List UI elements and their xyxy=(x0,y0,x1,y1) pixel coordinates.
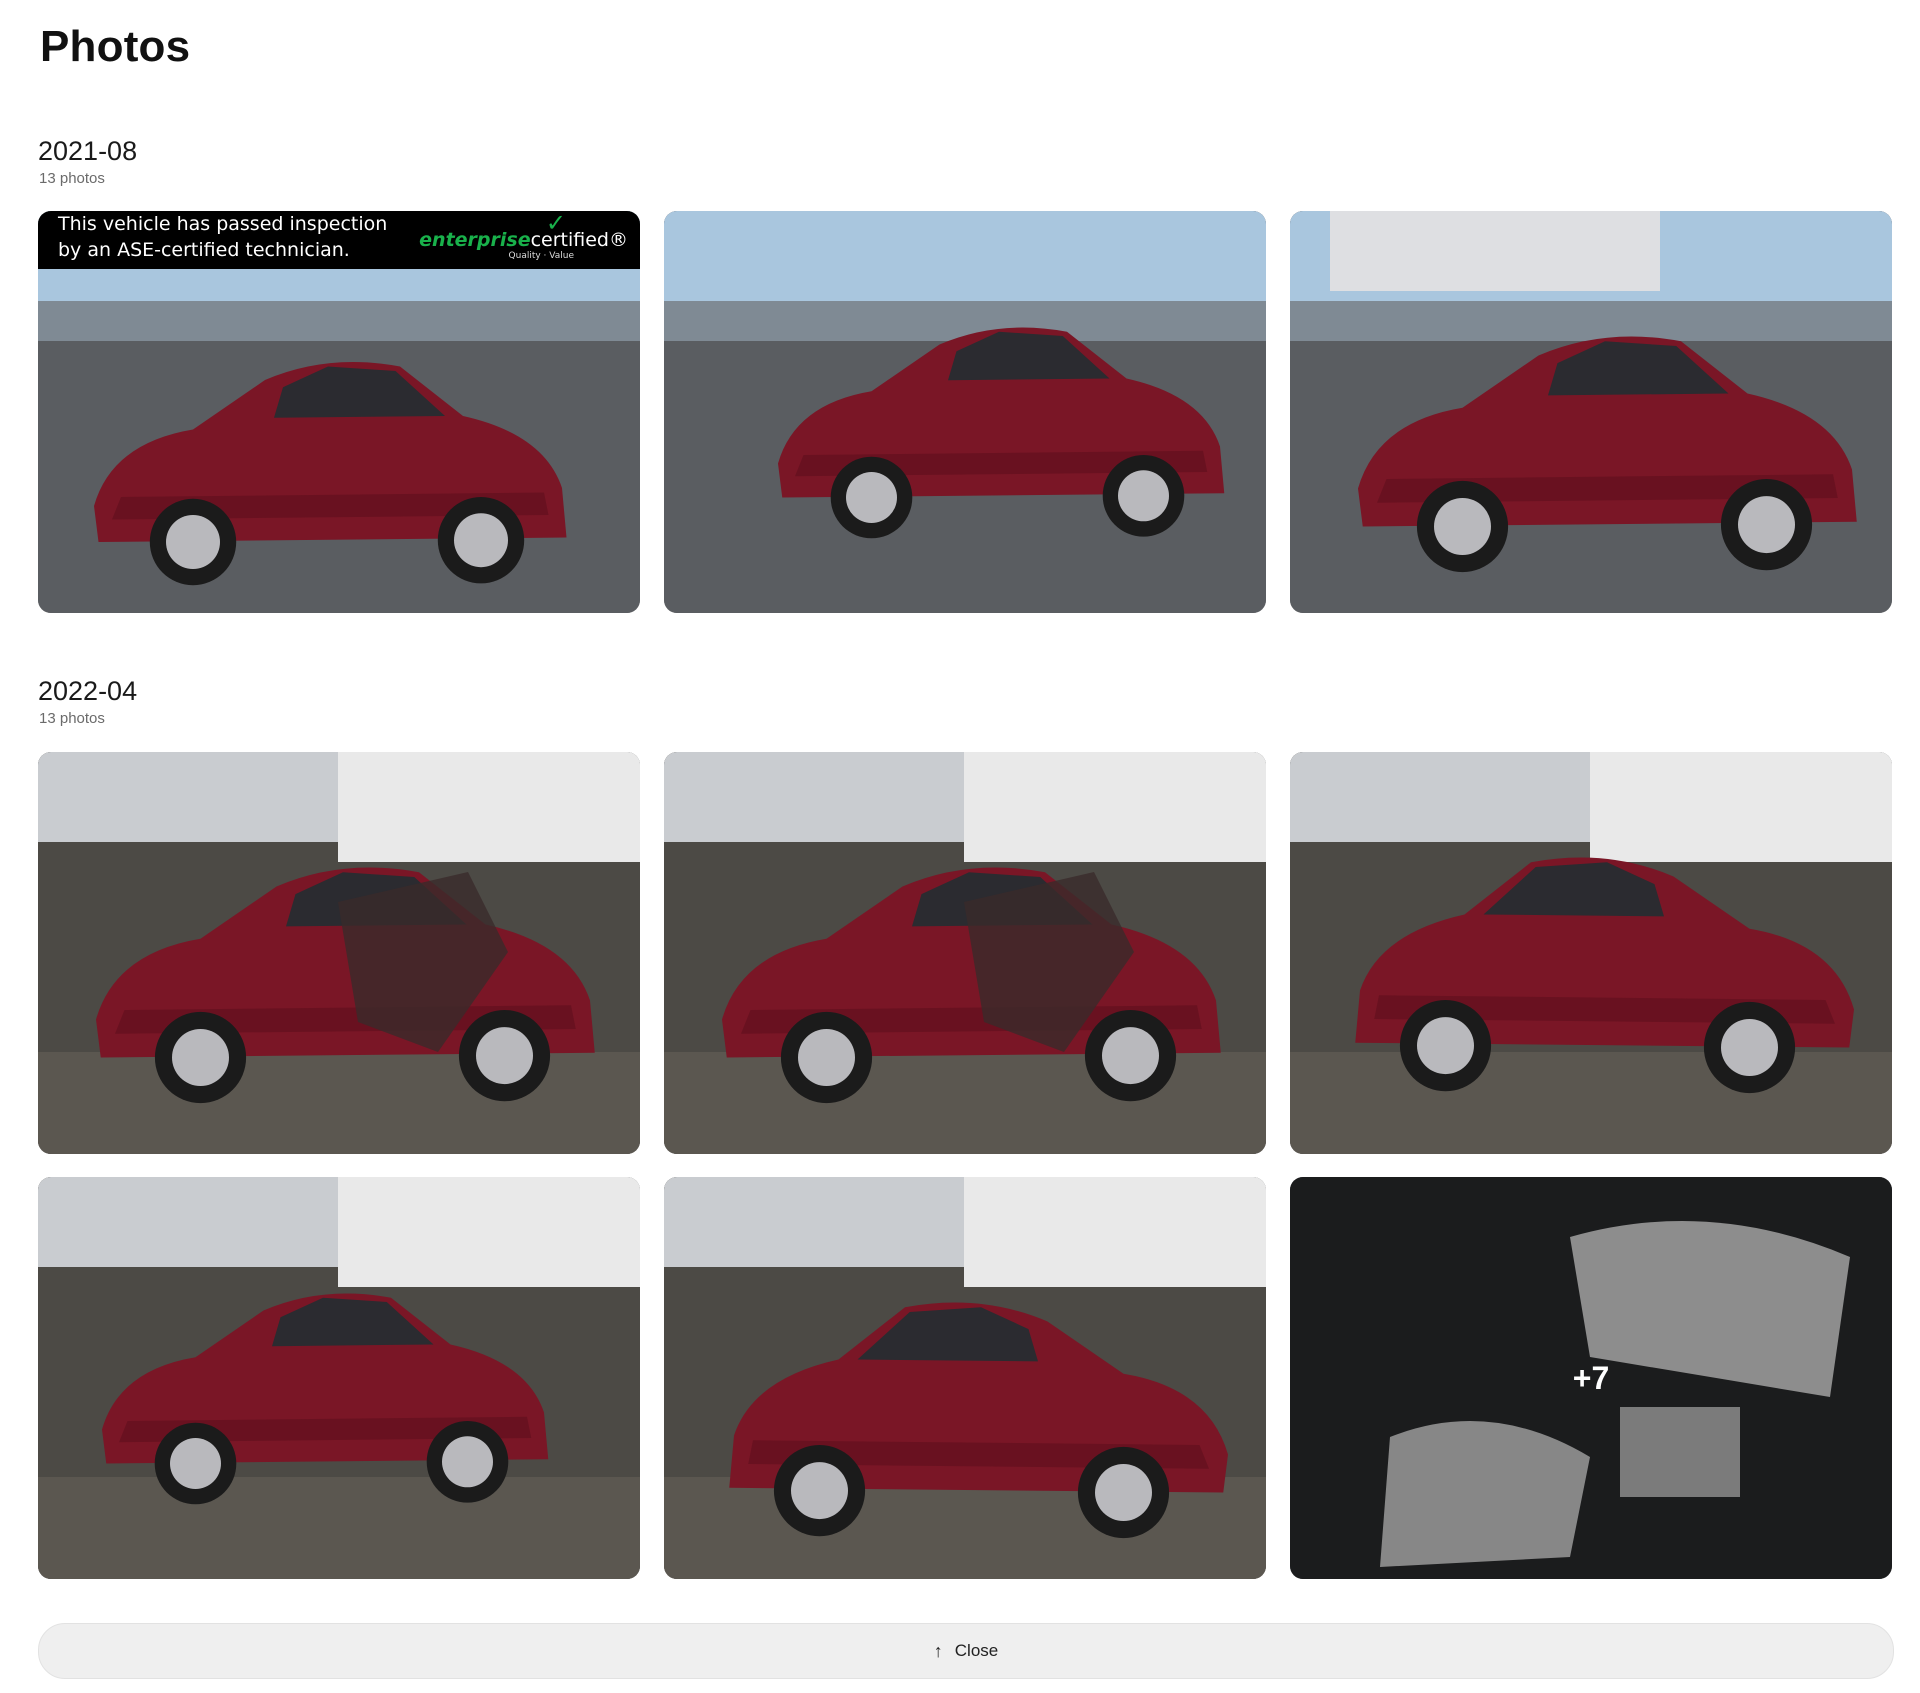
section-date: 2021-08 xyxy=(38,136,138,166)
photo-image xyxy=(1290,752,1892,1154)
enterprise-certified-logo: enterprisecertified® xyxy=(419,229,628,251)
photo-image xyxy=(664,752,1266,1154)
page-title: Photos xyxy=(40,22,191,71)
section-date: 2022-04 xyxy=(38,676,138,706)
arrow-up-icon: ↑ xyxy=(933,1640,943,1661)
close-button[interactable]: ↑ Close xyxy=(38,1623,1894,1679)
photo-thumbnail-more[interactable]: +7 xyxy=(1290,1177,1892,1579)
photo-thumbnail[interactable] xyxy=(38,1177,640,1579)
photo-image xyxy=(664,1177,1266,1579)
close-label: Close xyxy=(954,1641,999,1660)
inspection-text: This vehicle has passed inspection by an… xyxy=(58,213,388,261)
photo-image xyxy=(664,211,1266,613)
more-photos-count: +7 xyxy=(1572,1359,1610,1396)
section-photo-count: 13 photos xyxy=(39,710,105,727)
photo-image xyxy=(1290,211,1892,613)
photo-thumbnail[interactable] xyxy=(664,752,1266,1154)
photo-image xyxy=(38,752,640,1154)
inspection-banner: This vehicle has passed inspection by an… xyxy=(38,211,640,269)
photo-image xyxy=(38,211,640,613)
photo-thumbnail[interactable] xyxy=(38,752,640,1154)
photo-thumbnail[interactable] xyxy=(1290,752,1892,1154)
photo-image xyxy=(38,1177,640,1579)
photo-thumbnail[interactable]: This vehicle has passed inspection by an… xyxy=(38,211,640,613)
photo-thumbnail[interactable] xyxy=(1290,211,1892,613)
more-photos-overlay: +7 xyxy=(1290,1177,1892,1579)
section-photo-count: 13 photos xyxy=(39,170,105,187)
photo-thumbnail[interactable] xyxy=(664,211,1266,613)
logo-tagline: Quality · Value xyxy=(508,251,574,261)
photo-thumbnail[interactable] xyxy=(664,1177,1266,1579)
